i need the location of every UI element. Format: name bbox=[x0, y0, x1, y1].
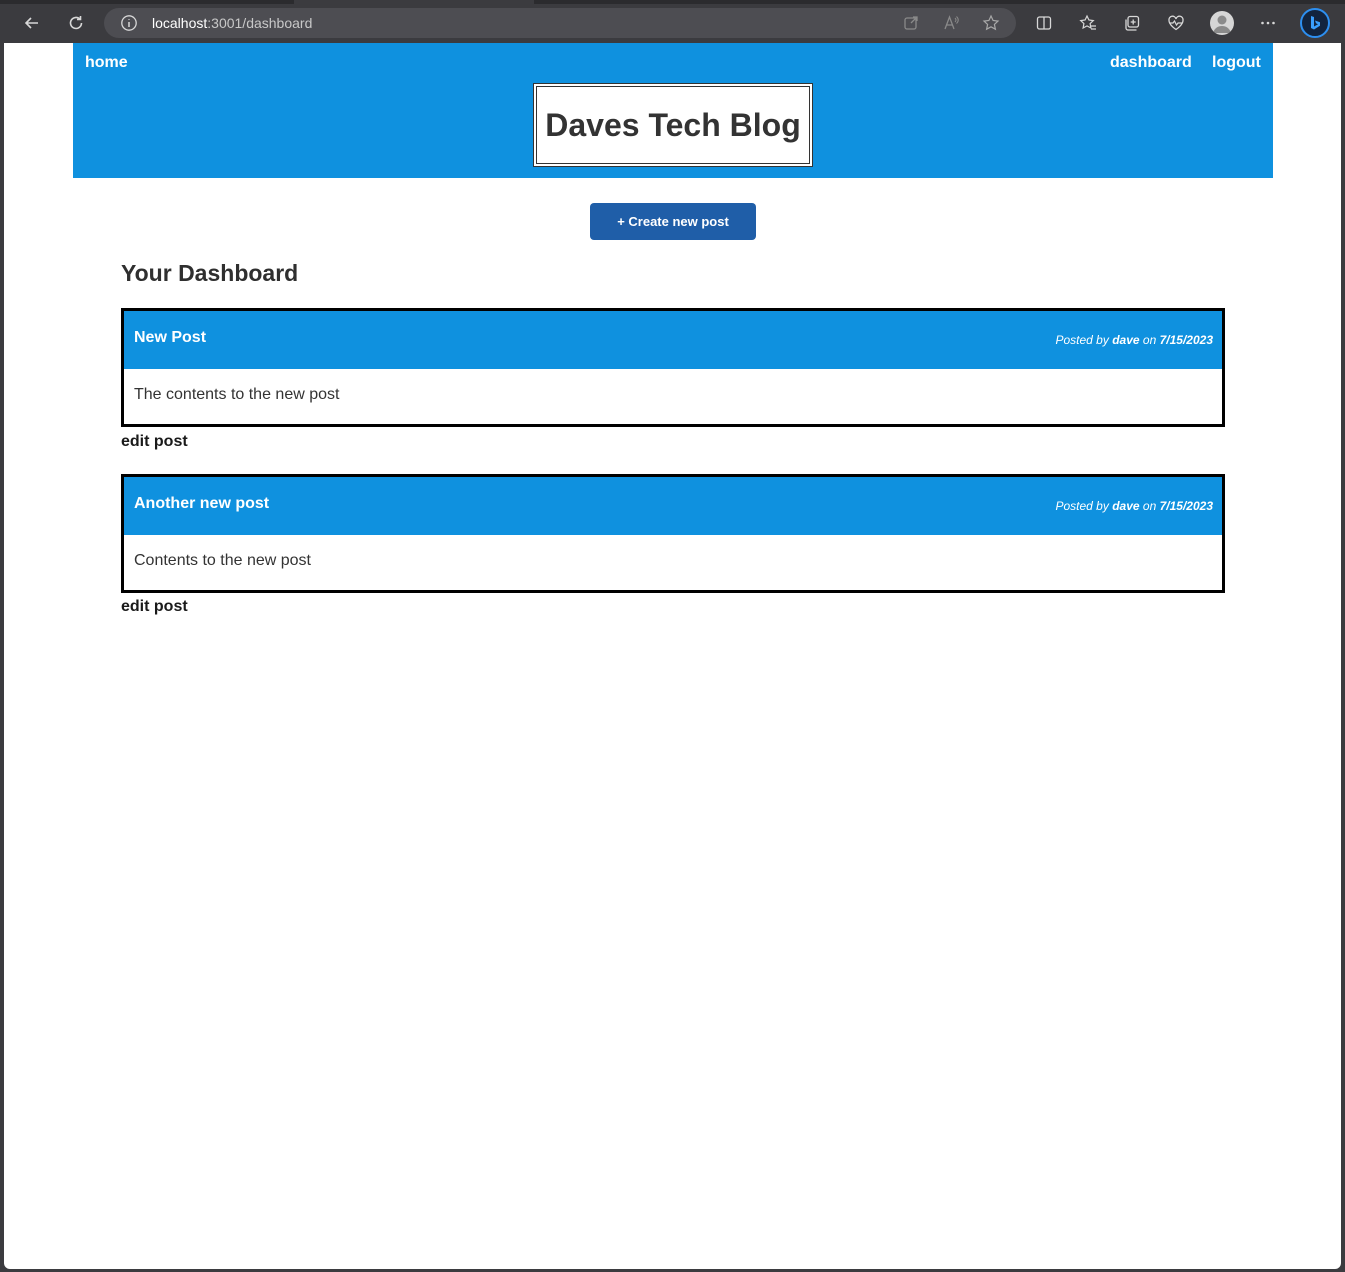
posted-by-label: Posted by bbox=[1055, 333, 1109, 347]
profile-avatar[interactable] bbox=[1210, 11, 1234, 35]
favorites-button[interactable] bbox=[1074, 9, 1102, 37]
back-arrow-icon bbox=[24, 17, 38, 29]
address-bar[interactable]: localhost:3001/dashboard bbox=[104, 8, 1016, 38]
page-viewport: home dashboard logout Daves Tech Blog + … bbox=[4, 43, 1341, 1269]
post-content: Contents to the new post bbox=[134, 552, 311, 569]
site-header: home dashboard logout Daves Tech Blog bbox=[73, 43, 1273, 178]
url-text[interactable]: localhost:3001/dashboard bbox=[152, 15, 312, 31]
post-card: New Post Posted by dave on 7/15/2023 The… bbox=[121, 308, 1225, 427]
collections-icon bbox=[1125, 15, 1140, 31]
bing-copilot-button[interactable] bbox=[1300, 8, 1330, 38]
post-meta: Posted by dave on 7/15/2023 bbox=[1055, 499, 1213, 513]
nav-dashboard-link[interactable]: dashboard bbox=[1110, 54, 1192, 72]
post-content: The contents to the new post bbox=[134, 386, 340, 403]
site-title: Daves Tech Blog bbox=[545, 106, 801, 143]
favorites-icon bbox=[1079, 14, 1096, 30]
url-host: localhost bbox=[152, 15, 208, 31]
post-date: 7/15/2023 bbox=[1159, 499, 1213, 513]
browser-toolbar: localhost:3001/dashboard bbox=[0, 0, 1345, 43]
refresh-icon bbox=[69, 16, 83, 30]
edit-post-link[interactable]: edit post bbox=[121, 598, 188, 616]
read-aloud-icon[interactable] bbox=[942, 14, 960, 32]
refresh-button[interactable] bbox=[62, 9, 90, 37]
tab-strip-right bbox=[534, 0, 1345, 4]
site-title-box: Daves Tech Blog bbox=[533, 83, 813, 167]
back-button[interactable] bbox=[18, 9, 46, 37]
post-meta: Posted by dave on 7/15/2023 bbox=[1055, 333, 1213, 347]
heart-pulse-icon bbox=[1168, 15, 1184, 31]
post-author: dave bbox=[1112, 499, 1140, 513]
post-header: Another new post Posted by dave on 7/15/… bbox=[124, 477, 1222, 535]
profile-icon bbox=[1213, 15, 1231, 33]
favorite-star-icon[interactable] bbox=[982, 14, 1000, 32]
nav-home-link[interactable]: home bbox=[85, 54, 128, 72]
browser-essentials-button[interactable] bbox=[1162, 9, 1190, 37]
post-title: Another new post bbox=[134, 495, 270, 512]
split-screen-button[interactable] bbox=[1030, 9, 1058, 37]
post-card: Another new post Posted by dave on 7/15/… bbox=[121, 474, 1225, 593]
posted-on-label: on bbox=[1142, 333, 1157, 347]
nav-logout-link[interactable]: logout bbox=[1212, 54, 1261, 72]
create-new-post-button[interactable]: + Create new post bbox=[590, 203, 756, 240]
post-date: 7/15/2023 bbox=[1159, 333, 1213, 347]
posted-by-label: Posted by bbox=[1055, 499, 1109, 513]
open-in-app-icon[interactable] bbox=[902, 14, 920, 32]
posted-on-label: on bbox=[1142, 499, 1157, 513]
bing-logo-icon bbox=[1311, 16, 1320, 30]
collections-button[interactable] bbox=[1118, 9, 1146, 37]
edit-post-link[interactable]: edit post bbox=[121, 433, 188, 451]
more-dots-icon bbox=[1261, 21, 1275, 25]
post-title: New Post bbox=[134, 329, 207, 346]
dashboard-heading: Your Dashboard bbox=[121, 260, 299, 286]
site-info-icon[interactable] bbox=[120, 14, 138, 32]
post-author: dave bbox=[1112, 333, 1140, 347]
url-path: :3001/dashboard bbox=[207, 15, 313, 31]
settings-more-button[interactable] bbox=[1254, 9, 1282, 37]
split-screen-icon bbox=[1036, 16, 1052, 30]
post-header: New Post Posted by dave on 7/15/2023 bbox=[124, 311, 1222, 369]
tab-strip-left bbox=[0, 0, 294, 4]
